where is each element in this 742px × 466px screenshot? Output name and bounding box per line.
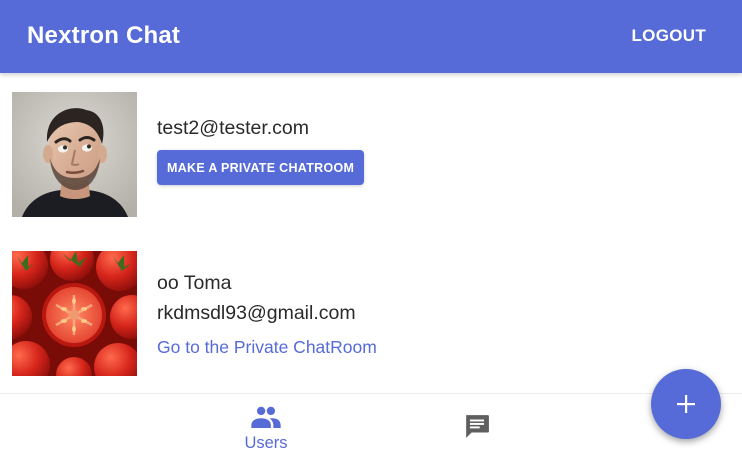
user-email: test2@tester.com <box>157 117 310 139</box>
logout-button[interactable]: LOGOUT <box>631 26 706 46</box>
bottom-navigation: Users <box>0 393 742 465</box>
go-to-private-chatroom-link[interactable]: Go to the Private ChatRoom <box>157 337 377 358</box>
make-private-chatroom-button[interactable]: MAKE A PRIVATE CHATROOM <box>157 150 365 185</box>
user-list: test2@tester.com MAKE A PRIVATE CHATROOM <box>0 73 742 393</box>
user-email: rkdmsdl93@gmail.com <box>157 302 356 324</box>
user-list-item: test2@tester.com MAKE A PRIVATE CHATROOM <box>12 92 712 218</box>
people-icon <box>251 406 281 428</box>
chat-icon <box>466 415 489 438</box>
plus-icon <box>677 395 695 413</box>
avatar <box>12 92 137 217</box>
app-header: Nextron Chat LOGOUT <box>0 0 742 73</box>
nav-item-users[interactable]: Users <box>211 394 321 466</box>
nav-item-chats[interactable] <box>422 394 532 466</box>
add-chatroom-fab[interactable] <box>651 369 721 439</box>
user-name: oo Toma <box>157 272 232 294</box>
nav-label-users: Users <box>244 434 288 452</box>
user-list-item: oo Toma rkdmsdl93@gmail.com Go to the Pr… <box>12 251 712 377</box>
tomatoes-avatar-icon <box>12 251 137 376</box>
app-title: Nextron Chat <box>27 22 181 49</box>
man-portrait-avatar-icon <box>12 92 137 217</box>
avatar <box>12 251 137 376</box>
